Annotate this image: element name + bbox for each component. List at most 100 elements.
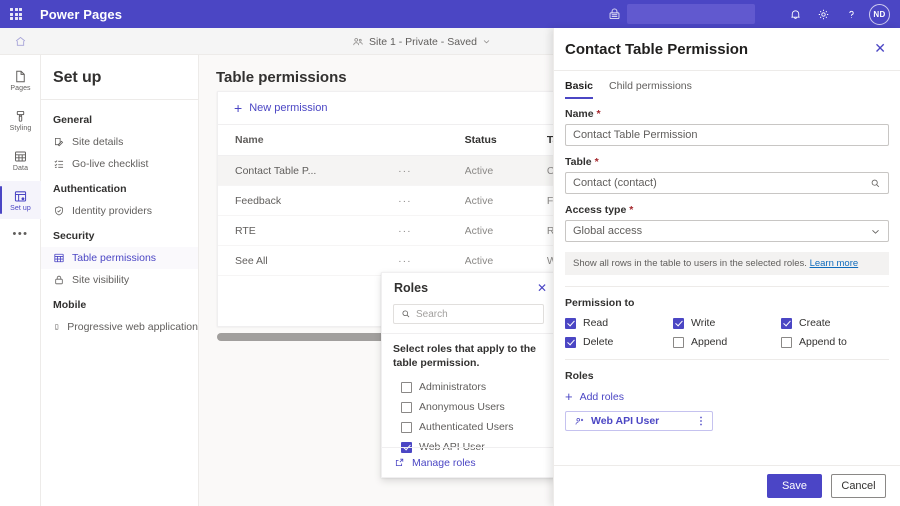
permission-delete[interactable]: Delete — [565, 336, 673, 348]
permission-append[interactable]: Append — [673, 336, 781, 348]
permission-to-label: Permission to — [565, 297, 889, 309]
rail-more-button[interactable]: ••• — [0, 221, 41, 247]
panel-body: Name * Contact Table Permission Table * … — [554, 99, 900, 431]
primary-icon-rail: Pages Styling Data Set up ••• — [0, 55, 41, 506]
permission-label: Append — [691, 336, 727, 348]
global-search-input[interactable] — [627, 4, 755, 24]
checkbox-write[interactable] — [673, 318, 684, 329]
checkbox-create[interactable] — [781, 318, 792, 329]
sidebar-item-label: Progressive web application — [67, 321, 198, 333]
plus-icon: + — [565, 390, 573, 403]
sidebar-item-label: Table permissions — [72, 252, 156, 264]
environment-icon[interactable] — [601, 0, 627, 28]
role-option-administrators[interactable]: Administrators — [393, 377, 544, 397]
page-icon — [13, 69, 28, 84]
site-label: Site 1 - Private - Saved — [369, 36, 477, 48]
contact-table-permission-panel: Contact Table Permission ✕ Basic Child p… — [553, 28, 900, 506]
column-header-name[interactable]: Name — [218, 125, 398, 156]
sidebar-item-label: Site visibility — [72, 274, 129, 286]
chevron-down-icon — [482, 37, 491, 46]
role-option-anonymous-users[interactable]: Anonymous Users — [393, 397, 544, 417]
top-header-right-group: ND — [601, 0, 900, 28]
chevron-down-icon[interactable] — [870, 226, 881, 237]
search-icon[interactable] — [870, 178, 881, 189]
cell-status: Active — [465, 246, 547, 276]
row-more-icon[interactable]: ··· — [398, 216, 465, 246]
sidebar-item-label: Go-live checklist — [72, 158, 148, 170]
permission-label: Delete — [583, 336, 613, 348]
checkbox-append[interactable] — [673, 337, 684, 348]
sidebar-item-progressive-web-application[interactable]: Progressive web application — [41, 316, 198, 338]
sidebar-item-table-permissions[interactable]: Table permissions — [41, 247, 198, 269]
close-icon[interactable]: ✕ — [872, 41, 888, 55]
sidebar-item-site-visibility[interactable]: Site visibility — [41, 269, 198, 291]
checkbox-read[interactable] — [565, 318, 576, 329]
nav-group-security: Security — [41, 222, 198, 247]
table-field-label: Table * — [565, 156, 889, 168]
column-header-status[interactable]: Status — [465, 125, 547, 156]
column-header-blank — [398, 125, 465, 156]
role-option-label: Administrators — [419, 381, 486, 393]
row-more-icon[interactable]: ··· — [398, 156, 465, 186]
checkbox-authenticated-users[interactable] — [401, 422, 412, 433]
roles-search-input[interactable]: Search — [393, 304, 544, 324]
home-icon[interactable] — [0, 28, 41, 55]
add-roles-label: Add roles — [580, 391, 624, 403]
save-button[interactable]: Save — [767, 474, 822, 498]
permission-append-to[interactable]: Append to — [781, 336, 889, 348]
rail-item-label: Set up — [10, 205, 31, 212]
table-permissions-icon — [53, 252, 65, 264]
checkbox-delete[interactable] — [565, 337, 576, 348]
more-vertical-icon[interactable]: ⋮ — [696, 416, 706, 427]
person-role-icon — [574, 416, 585, 427]
access-type-info-bar: Show all rows in the table to users in t… — [565, 252, 889, 275]
permission-label: Write — [691, 317, 715, 329]
permission-create[interactable]: Create — [781, 317, 889, 329]
add-roles-button[interactable]: + Add roles — [565, 390, 889, 403]
rail-item-data[interactable]: Data — [0, 141, 41, 179]
manage-roles-link[interactable]: Manage roles — [394, 457, 476, 469]
roles-section-label: Roles — [565, 370, 889, 382]
sidebar-item-identity-providers[interactable]: Identity providers — [41, 200, 198, 222]
learn-more-link[interactable]: Learn more — [810, 258, 859, 269]
permission-read[interactable]: Read — [565, 317, 673, 329]
new-permission-button[interactable]: + New permission — [234, 101, 327, 115]
required-marker: * — [594, 108, 601, 120]
sidebar-item-go-live-checklist[interactable]: Go-live checklist — [41, 153, 198, 175]
tab-child-permissions[interactable]: Child permissions — [609, 80, 692, 99]
nav-group-general: General — [41, 106, 198, 131]
rail-item-pages[interactable]: Pages — [0, 61, 41, 99]
row-more-icon[interactable]: ··· — [398, 186, 465, 216]
tab-basic[interactable]: Basic — [565, 80, 593, 99]
setup-icon — [13, 189, 28, 204]
permission-write[interactable]: Write — [673, 317, 781, 329]
checkbox-append-to[interactable] — [781, 337, 792, 348]
rail-item-label: Styling — [10, 125, 32, 132]
sidebar-item-site-details[interactable]: Site details — [41, 131, 198, 153]
rail-item-setup[interactable]: Set up — [0, 181, 41, 219]
role-tag-web-api-user[interactable]: Web API User ⋮ — [565, 411, 713, 431]
access-type-dropdown[interactable]: Global access — [565, 220, 889, 242]
required-marker: * — [592, 156, 599, 168]
checkbox-administrators[interactable] — [401, 382, 412, 393]
name-input[interactable]: Contact Table Permission — [565, 124, 889, 146]
site-selector[interactable]: Site 1 - Private - Saved — [352, 28, 491, 55]
brush-icon — [13, 109, 28, 124]
bell-icon[interactable] — [781, 0, 809, 28]
roles-flyout-footer: Manage roles — [382, 447, 555, 477]
checkbox-anonymous-users[interactable] — [401, 402, 412, 413]
help-icon[interactable] — [837, 0, 865, 28]
roles-flyout: Roles ✕ Search Select roles that apply t… — [381, 272, 556, 478]
table-lookup-input[interactable]: Contact (contact) — [565, 172, 889, 194]
app-launcher-icon[interactable] — [0, 0, 32, 28]
user-avatar[interactable]: ND — [869, 4, 890, 25]
role-option-authenticated-users[interactable]: Authenticated Users — [393, 417, 544, 437]
access-type-value: Global access — [573, 225, 870, 237]
shield-icon — [53, 205, 65, 217]
close-icon[interactable]: ✕ — [537, 282, 547, 294]
gear-icon[interactable] — [809, 0, 837, 28]
cancel-button[interactable]: Cancel — [831, 474, 886, 498]
rail-item-styling[interactable]: Styling — [0, 101, 41, 139]
row-more-icon[interactable]: ··· — [398, 246, 465, 276]
cell-name: Feedback — [218, 186, 398, 216]
